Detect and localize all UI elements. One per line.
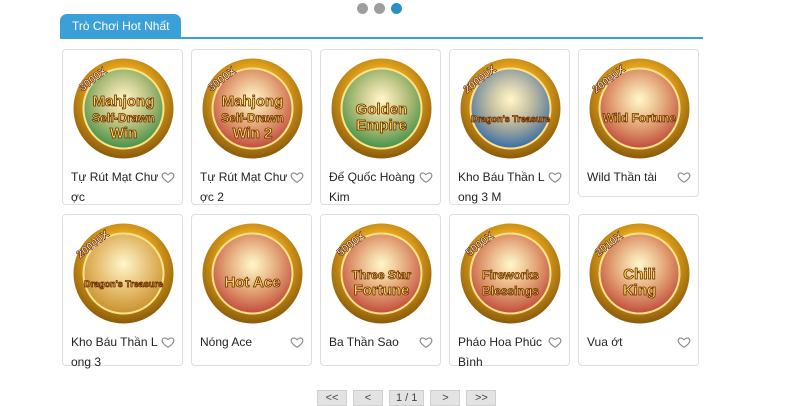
favorite-heart-icon[interactable] bbox=[677, 335, 691, 349]
game-logo-text: Blessings bbox=[482, 284, 539, 298]
game-card[interactable]: Golden Empire Đế Quốc Hoàng Kim bbox=[320, 49, 441, 205]
favorite-heart-icon[interactable] bbox=[548, 170, 562, 184]
favorite-heart-icon[interactable] bbox=[161, 170, 175, 184]
carousel-dot[interactable] bbox=[374, 3, 385, 14]
game-logo-text: Self-Drawn bbox=[221, 111, 284, 125]
game-card[interactable]: 20000X Dragon's Treasure Kho Báu Thần Long… bbox=[449, 49, 570, 205]
game-logo-text: Win 2 bbox=[233, 125, 273, 142]
tab-underline bbox=[60, 37, 703, 39]
game-thumbnail[interactable]: Hot Ace bbox=[200, 221, 305, 326]
favorite-heart-icon[interactable] bbox=[548, 335, 562, 349]
game-card[interactable]: 20000X Wild Fortune Wild Thần tài bbox=[578, 49, 699, 197]
game-title[interactable]: Tự Rút Mạt Chược 2 bbox=[200, 167, 290, 207]
game-title[interactable]: Ba Thần Sao bbox=[329, 332, 419, 352]
favorite-heart-icon[interactable] bbox=[419, 335, 433, 349]
game-thumbnail[interactable]: 20000X Dragon's Treasure bbox=[71, 221, 176, 326]
carousel-dot-active[interactable] bbox=[391, 3, 402, 14]
game-card[interactable]: 2010X Chili King Vua ớt bbox=[578, 214, 699, 366]
game-logo-text: Self-Drawn bbox=[92, 111, 155, 125]
game-thumbnail[interactable]: 20000X Wild Fortune bbox=[587, 56, 692, 161]
game-title[interactable]: Đế Quốc Hoàng Kim bbox=[329, 167, 419, 207]
game-logo-text: Fireworks bbox=[482, 268, 539, 282]
game-card[interactable]: 3000X Mahjong Self-Drawn Win 2 Tự Rút Mạt Ch… bbox=[191, 49, 312, 205]
game-logo-text: Win bbox=[110, 125, 137, 142]
game-thumbnail[interactable]: Golden Empire bbox=[329, 56, 434, 161]
game-logo-text: Mahjong bbox=[93, 93, 155, 110]
section-tab-bar: Trò Chơi Hot Nhất bbox=[60, 14, 703, 40]
game-logo-text: Wild Fortune bbox=[603, 111, 677, 125]
game-logo-text: Dragon's Treasure bbox=[471, 114, 550, 124]
game-title[interactable]: Nóng Ace bbox=[200, 332, 290, 352]
last-page-button[interactable]: >> bbox=[466, 390, 497, 406]
favorite-heart-icon[interactable] bbox=[419, 170, 433, 184]
game-thumbnail[interactable]: 5000X Three Star Fortune bbox=[329, 221, 434, 326]
game-title[interactable]: Tự Rút Mạt Chược bbox=[71, 167, 161, 207]
game-thumbnail[interactable]: 3000X Mahjong Self-Drawn Win 2 bbox=[200, 56, 305, 161]
game-card[interactable]: Hot Ace Nóng Ace bbox=[191, 214, 312, 366]
game-title[interactable]: Pháo Hoa Phúc Bình bbox=[458, 332, 548, 372]
game-thumbnail[interactable]: 20000X Dragon's Treasure bbox=[458, 56, 563, 161]
game-title[interactable]: Kho Báu Thần Long 3 M bbox=[458, 167, 548, 207]
prev-page-button[interactable]: < bbox=[353, 390, 383, 406]
game-logo-text: Golden bbox=[356, 101, 408, 118]
game-logo-text: King bbox=[623, 282, 656, 299]
game-card[interactable]: 20000X Dragon's Treasure Kho Báu Thần Long… bbox=[62, 214, 183, 369]
game-card[interactable]: 5000X Fireworks Blessings Pháo Hoa Phúc Bìn… bbox=[449, 214, 570, 369]
game-logo-text: Mahjong bbox=[222, 93, 284, 110]
game-thumbnail[interactable]: 2010X Chili King bbox=[587, 221, 692, 326]
game-title[interactable]: Kho Báu Thần Long 3 bbox=[71, 332, 161, 372]
next-page-button[interactable]: > bbox=[430, 390, 461, 406]
game-thumbnail[interactable]: 5000X Fireworks Blessings bbox=[458, 221, 563, 326]
carousel-dot[interactable] bbox=[357, 3, 368, 14]
tab-hot-games[interactable]: Trò Chơi Hot Nhất bbox=[60, 14, 182, 38]
game-thumbnail[interactable]: 3000X Mahjong Self-Drawn Win bbox=[71, 56, 176, 161]
favorite-heart-icon[interactable] bbox=[290, 335, 304, 349]
game-title[interactable]: Vua ớt bbox=[587, 332, 677, 352]
game-logo-text: Dragon's Treasure bbox=[84, 279, 163, 289]
game-card[interactable]: 5000X Three Star Fortune Ba Thần Sao bbox=[320, 214, 441, 366]
game-title[interactable]: Wild Thần tài bbox=[587, 167, 677, 187]
game-card[interactable]: 3000X Mahjong Self-Drawn Win Tự Rút Mạt Chượ… bbox=[62, 49, 183, 205]
carousel-dots bbox=[357, 3, 402, 14]
favorite-heart-icon[interactable] bbox=[161, 335, 175, 349]
game-logo-text: Chili bbox=[623, 266, 656, 283]
pagination: << < 1 / 1 > >> bbox=[317, 390, 497, 406]
game-logo-text: Three Star bbox=[352, 268, 412, 282]
first-page-button[interactable]: << bbox=[317, 390, 347, 406]
page-indicator: 1 / 1 bbox=[389, 390, 425, 406]
favorite-heart-icon[interactable] bbox=[677, 170, 691, 184]
game-logo-text: Empire bbox=[356, 117, 407, 134]
favorite-heart-icon[interactable] bbox=[290, 170, 304, 184]
game-logo-text: Fortune bbox=[354, 282, 410, 299]
game-logo-text: Hot Ace bbox=[224, 274, 280, 291]
